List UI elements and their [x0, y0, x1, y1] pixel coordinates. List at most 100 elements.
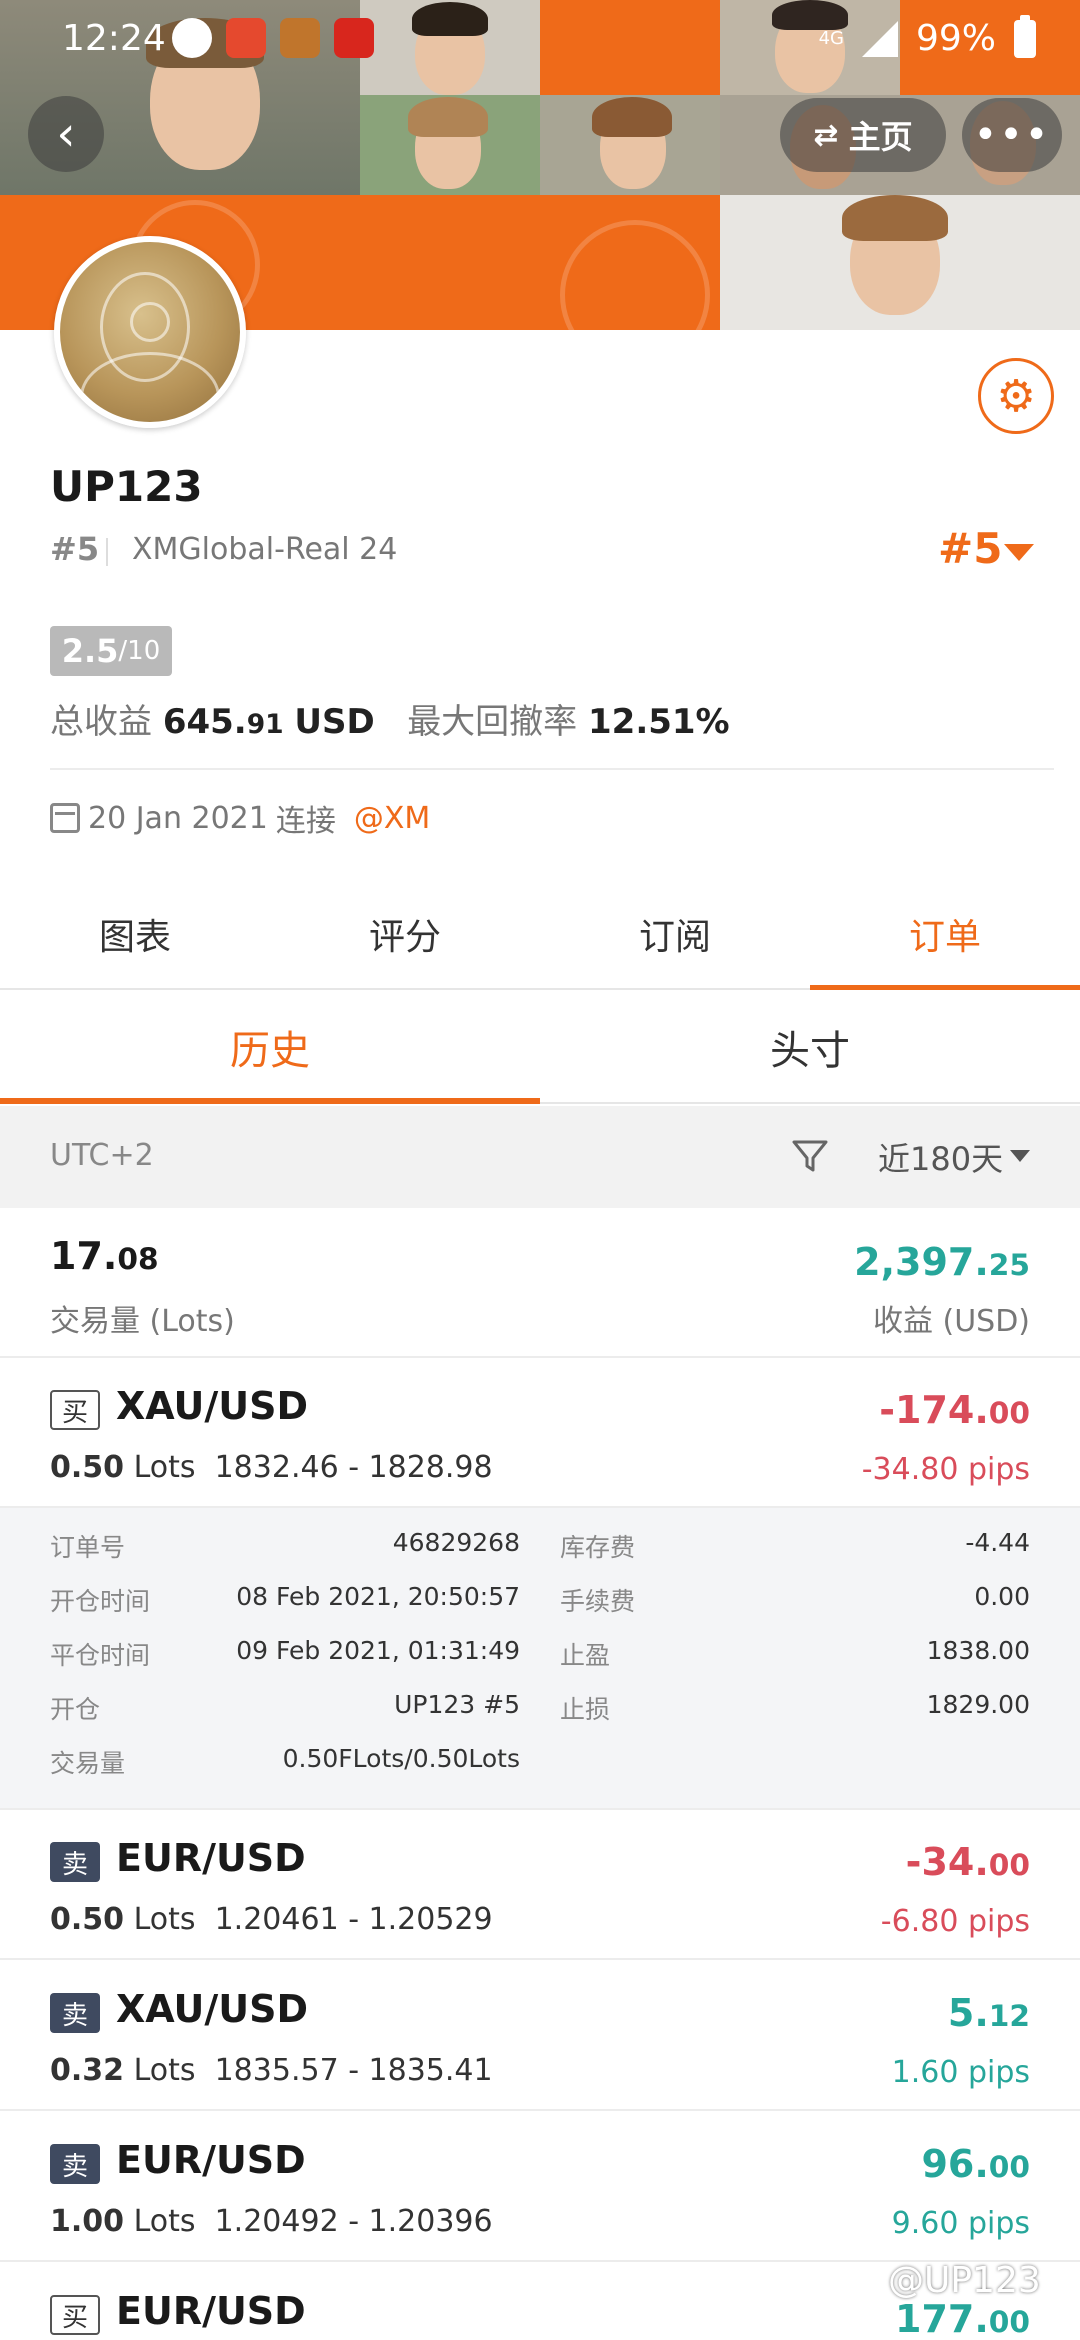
- more-dots-icon: •••: [973, 112, 1051, 158]
- game-notification-icon: [280, 18, 320, 58]
- order-symbol: EUR/USD: [116, 1836, 306, 1880]
- detail-label: 平仓时间: [50, 1641, 151, 1670]
- settings-button[interactable]: ⚙: [978, 358, 1054, 434]
- order-row[interactable]: 买 XAU/USD 0.50 Lots 1832.46 - 1828.98 -1…: [0, 1358, 1080, 1508]
- order-lots-line: 1.00 Lots 1.20492 - 1.20396: [50, 2204, 493, 2239]
- battery-icon: [1014, 14, 1036, 58]
- notification-icons: [172, 18, 374, 58]
- detail-row: 订单号 46829268 库存费 -4.44: [0, 1516, 1080, 1570]
- order-profit: -174.00: [879, 1388, 1030, 1432]
- detail-label: 订单号: [50, 1533, 126, 1562]
- total-lots: 17.08: [50, 1234, 159, 1278]
- order-pips: -34.80 pips: [861, 1452, 1030, 1487]
- sell-badge: 卖: [50, 1842, 100, 1882]
- joined-label: 连接: [275, 804, 336, 839]
- back-arrow-icon: ‹: [56, 106, 76, 162]
- tab-rating[interactable]: 评分: [270, 880, 540, 988]
- battery-percent: 99%: [915, 18, 996, 59]
- subtab-history[interactable]: 历史: [0, 992, 540, 1104]
- order-profit: 96.00: [921, 2142, 1030, 2186]
- detail-row: 交易量 0.50FLots/0.50Lots: [0, 1732, 1080, 1786]
- caret-down-icon[interactable]: [1010, 1150, 1030, 1162]
- detail-value: -4.44: [965, 1528, 1030, 1557]
- order-lots-line: 0.50 Lots 1.20461 - 1.20529: [50, 1902, 493, 1937]
- calendar-icon: [50, 803, 80, 833]
- total-profit-label: 收益 (USD): [872, 1304, 1030, 1339]
- detail-label: 止损: [560, 1695, 611, 1724]
- server-name: XMGlobal-Real 24: [132, 532, 398, 567]
- banner-photo-tile: [720, 195, 1080, 330]
- order-symbol: XAU/USD: [116, 1987, 309, 2031]
- order-subtabs: 历史 头寸: [0, 992, 1080, 1104]
- caret-down-icon[interactable]: [1004, 544, 1034, 561]
- tab-chart[interactable]: 图表: [0, 880, 270, 988]
- score-badge: 2.5/10: [50, 626, 172, 676]
- order-lots-line: 0.32 Lots 1835.57 - 1835.41: [50, 2053, 493, 2088]
- total-profit: 2,397.25: [854, 1240, 1030, 1284]
- order-symbol: EUR/USD: [116, 2138, 306, 2182]
- divider: [106, 538, 108, 566]
- detail-value: 08 Feb 2021, 20:50:57: [236, 1582, 520, 1611]
- order-row[interactable]: 卖 EUR/USD 0.50 Lots 1.20461 - 1.20529 -3…: [0, 1810, 1080, 1960]
- banner-photo-tile: [360, 95, 540, 195]
- signal-icon: [861, 20, 898, 57]
- username: UP123: [50, 462, 203, 511]
- detail-label: 开仓: [50, 1695, 101, 1724]
- history-summary: 17.08 交易量 (Lots) 2,397.25 收益 (USD): [0, 1208, 1080, 1358]
- sell-badge: 卖: [50, 2144, 100, 2184]
- banner-pattern: [560, 220, 710, 330]
- broker-link[interactable]: @XM: [354, 801, 430, 836]
- order-profit: 5.12: [947, 1991, 1030, 2035]
- status-time: 12:24: [62, 18, 166, 59]
- home-button[interactable]: ⇄ 主页: [780, 98, 946, 172]
- rank-label: #5: [50, 530, 100, 568]
- joined-date: 20 Jan 2021: [88, 800, 268, 836]
- subtab-positions[interactable]: 头寸: [540, 992, 1080, 1102]
- total-profit-label: 总收益: [50, 702, 152, 742]
- detail-value: 1829.00: [926, 1690, 1030, 1719]
- stats-line: 总收益 645.91 USD 最大回撤率 12.51%: [50, 694, 730, 743]
- timezone-label: UTC+2: [50, 1138, 154, 1173]
- detail-row: 开仓时间 08 Feb 2021, 20:50:57 手续费 0.00: [0, 1570, 1080, 1624]
- home-label: 主页: [848, 118, 913, 156]
- order-profit: 177.00: [895, 2297, 1030, 2340]
- order-symbol: XAU/USD: [116, 1384, 309, 1428]
- score-value: 2.5: [61, 632, 119, 670]
- detail-value: 0.50FLots/0.50Lots: [282, 1744, 520, 1773]
- order-row[interactable]: 卖 EUR/USD 1.00 Lots 1.20492 - 1.20396 96…: [0, 2112, 1080, 2262]
- watermark: @UP123: [888, 2260, 1041, 2301]
- buy-badge: 买: [50, 1390, 100, 1430]
- period-selector[interactable]: 近180天: [878, 1134, 1003, 1180]
- order-pips: -6.80 pips: [880, 1904, 1030, 1939]
- rank-selector[interactable]: #5: [938, 524, 1002, 573]
- app-notification-icon: [226, 18, 266, 58]
- joined-info: 20 Jan 2021 连接 @XM: [50, 796, 430, 840]
- score-denominator: /10: [118, 636, 161, 666]
- switch-arrows-icon: ⇄: [813, 117, 839, 153]
- order-detail-panel: 订单号 46829268 库存费 -4.44 开仓时间 08 Feb 2021,…: [0, 1508, 1080, 1810]
- more-button[interactable]: •••: [962, 98, 1062, 172]
- order-profit: -34.00: [905, 1840, 1030, 1884]
- detail-label: 止盈: [560, 1641, 611, 1670]
- message-icon: [172, 18, 212, 58]
- avatar[interactable]: [54, 236, 246, 428]
- status-right: 4G 99%: [819, 14, 1036, 59]
- detail-row: 开仓 UP123 #5 止损 1829.00: [0, 1678, 1080, 1732]
- sell-badge: 卖: [50, 1993, 100, 2033]
- detail-value: 0.00: [974, 1582, 1030, 1611]
- order-pips: 1.60 pips: [891, 2055, 1030, 2090]
- detail-label: 库存费: [560, 1533, 636, 1562]
- main-tabs: 图表 评分 订阅 订单: [0, 880, 1080, 990]
- filter-icon[interactable]: [790, 1136, 830, 1176]
- order-row[interactable]: 卖 XAU/USD 0.32 Lots 1835.57 - 1835.41 5.…: [0, 1961, 1080, 2111]
- detail-value: 09 Feb 2021, 01:31:49: [236, 1636, 520, 1665]
- tab-subscribe[interactable]: 订阅: [540, 880, 810, 988]
- detail-label: 手续费: [560, 1587, 636, 1616]
- tab-orders[interactable]: 订单: [810, 880, 1080, 990]
- detail-row: 平仓时间 09 Feb 2021, 01:31:49 止盈 1838.00: [0, 1624, 1080, 1678]
- detail-value: 1838.00: [926, 1636, 1030, 1665]
- total-profit-dec: 91: [246, 709, 284, 740]
- back-button[interactable]: ‹: [28, 96, 104, 172]
- total-profit-unit: USD: [294, 702, 375, 742]
- order-pips: 9.60 pips: [891, 2206, 1030, 2241]
